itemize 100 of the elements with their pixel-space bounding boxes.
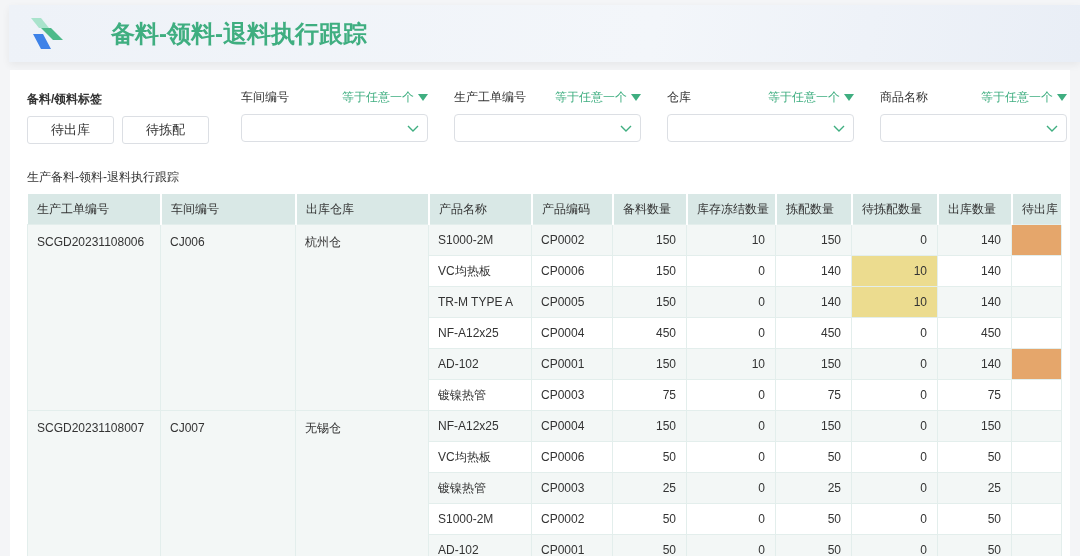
table-cell: 75 — [937, 379, 1012, 410]
table-cell: 150 — [612, 286, 687, 317]
table-cell: 140 — [937, 224, 1012, 255]
table-cell: TR-M TYPE A — [428, 286, 532, 317]
select-field[interactable] — [880, 114, 1067, 142]
table-cell: VC均热板 — [428, 255, 532, 286]
caret-icon — [631, 93, 641, 101]
operator-dropdown[interactable]: 等于任意一个 — [981, 88, 1067, 106]
table-cell: 150 — [937, 410, 1012, 441]
table-cell: 140 — [775, 255, 852, 286]
table-cell: 0 — [851, 317, 938, 348]
table-cell: 25 — [937, 472, 1012, 503]
filter-label: 备料/领料标签 — [27, 91, 104, 108]
table-cell: 镀镍热管 — [428, 472, 532, 503]
table-cell: VC均热板 — [428, 441, 532, 472]
filter-label: 商品名称 — [880, 89, 928, 106]
table-cell: S1000-2M — [428, 503, 532, 534]
table-cell: 25 — [612, 472, 687, 503]
table-cell: CP0002 — [531, 503, 613, 534]
table-cell: CJ006 — [160, 224, 296, 410]
table-cell: 50 — [937, 441, 1012, 472]
table-cell: CP0003 — [531, 379, 613, 410]
table-cell: NF-A12x25 — [428, 317, 532, 348]
column-header: 待出库 — [1011, 194, 1062, 224]
table-cell: 150 — [775, 410, 852, 441]
table-cell: 10 — [686, 224, 776, 255]
table-cell: 50 — [775, 503, 852, 534]
table-cell: 150 — [612, 410, 687, 441]
operator-dropdown[interactable]: 等于任意一个 — [555, 88, 641, 106]
table-cell: 0 — [851, 410, 938, 441]
column-header: 产品名称 — [428, 194, 532, 224]
table-cell: 140 — [937, 255, 1012, 286]
table-cell: 0 — [851, 348, 938, 379]
table-cell: 75 — [612, 379, 687, 410]
table-cell: 10 — [686, 348, 776, 379]
table-cell: CP0003 — [531, 472, 613, 503]
table-cell: 450 — [937, 317, 1012, 348]
table-cell: CP0001 — [531, 348, 613, 379]
table-cell: 0 — [851, 379, 938, 410]
table-cell: 0 — [686, 317, 776, 348]
select-field[interactable] — [667, 114, 854, 142]
table-cell: 150 — [612, 224, 687, 255]
table-cell: 无锡仓 — [295, 410, 429, 556]
table-cell: 0 — [686, 410, 776, 441]
column-header: 生产工单编号 — [27, 194, 161, 224]
operator-dropdown[interactable]: 等于任意一个 — [768, 88, 854, 106]
filter-label: 生产工单编号 — [454, 89, 526, 106]
column-header: 待拣配数量 — [851, 194, 938, 224]
table-cell: CP0004 — [531, 410, 613, 441]
logo-icon — [29, 17, 65, 50]
table-cell: 50 — [775, 441, 852, 472]
table-cell: 10 — [851, 286, 938, 317]
filter-label: 车间编号 — [241, 89, 289, 106]
table-cell: 0 — [686, 286, 776, 317]
table-cell: CP0004 — [531, 317, 613, 348]
table-cell: 0 — [851, 472, 938, 503]
column-header: 库存冻结数量 — [686, 194, 776, 224]
table-cell: 50 — [612, 441, 687, 472]
chevron-down-icon — [1046, 124, 1058, 132]
table-cell: 0 — [686, 255, 776, 286]
chevron-down-icon — [620, 124, 632, 132]
tag-button[interactable]: 待出库 — [27, 116, 114, 144]
column-header: 出库仓库 — [295, 194, 429, 224]
table-cell: 10 — [851, 255, 938, 286]
table-cell: CP0002 — [531, 224, 613, 255]
table-cell: 150 — [612, 348, 687, 379]
table-cell: 450 — [775, 317, 852, 348]
table-cell: 140 — [937, 286, 1012, 317]
select-field[interactable] — [454, 114, 641, 142]
table-cell: 镀镍热管 — [428, 379, 532, 410]
table-cell: 0 — [686, 441, 776, 472]
chevron-down-icon — [833, 124, 845, 132]
table-cell: 25 — [775, 472, 852, 503]
table-cell: 140 — [775, 286, 852, 317]
filter-label: 仓库 — [667, 89, 691, 106]
operator-dropdown[interactable]: 等于任意一个 — [342, 88, 428, 106]
table-cell: 50 — [937, 503, 1012, 534]
column-header: 备料数量 — [612, 194, 687, 224]
table-cell: AD-102 — [428, 348, 532, 379]
tag-button[interactable]: 待拣配 — [122, 116, 209, 144]
table-cell: CJ007 — [160, 410, 296, 556]
table-cell: S1000-2M — [428, 224, 532, 255]
table-cell: NF-A12x25 — [428, 410, 532, 441]
table-cell: 140 — [937, 348, 1012, 379]
table-cell: 0 — [851, 441, 938, 472]
caret-icon — [1057, 93, 1067, 101]
caret-icon — [418, 93, 428, 101]
caret-icon — [844, 93, 854, 101]
table-cell: 450 — [612, 317, 687, 348]
column-header: 拣配数量 — [775, 194, 852, 224]
column-header: 车间编号 — [160, 194, 296, 224]
table-cell: 50 — [612, 503, 687, 534]
table-cell: 0 — [851, 503, 938, 534]
table-cell: CP0005 — [531, 286, 613, 317]
table-title: 生产备料-领料-退料执行跟踪 — [27, 169, 180, 186]
select-field[interactable] — [241, 114, 428, 142]
table-cell: 150 — [775, 348, 852, 379]
column-header: 出库数量 — [937, 194, 1012, 224]
page-title: 备料-领料-退料执行跟踪 — [111, 18, 367, 49]
table-cell: 75 — [775, 379, 852, 410]
